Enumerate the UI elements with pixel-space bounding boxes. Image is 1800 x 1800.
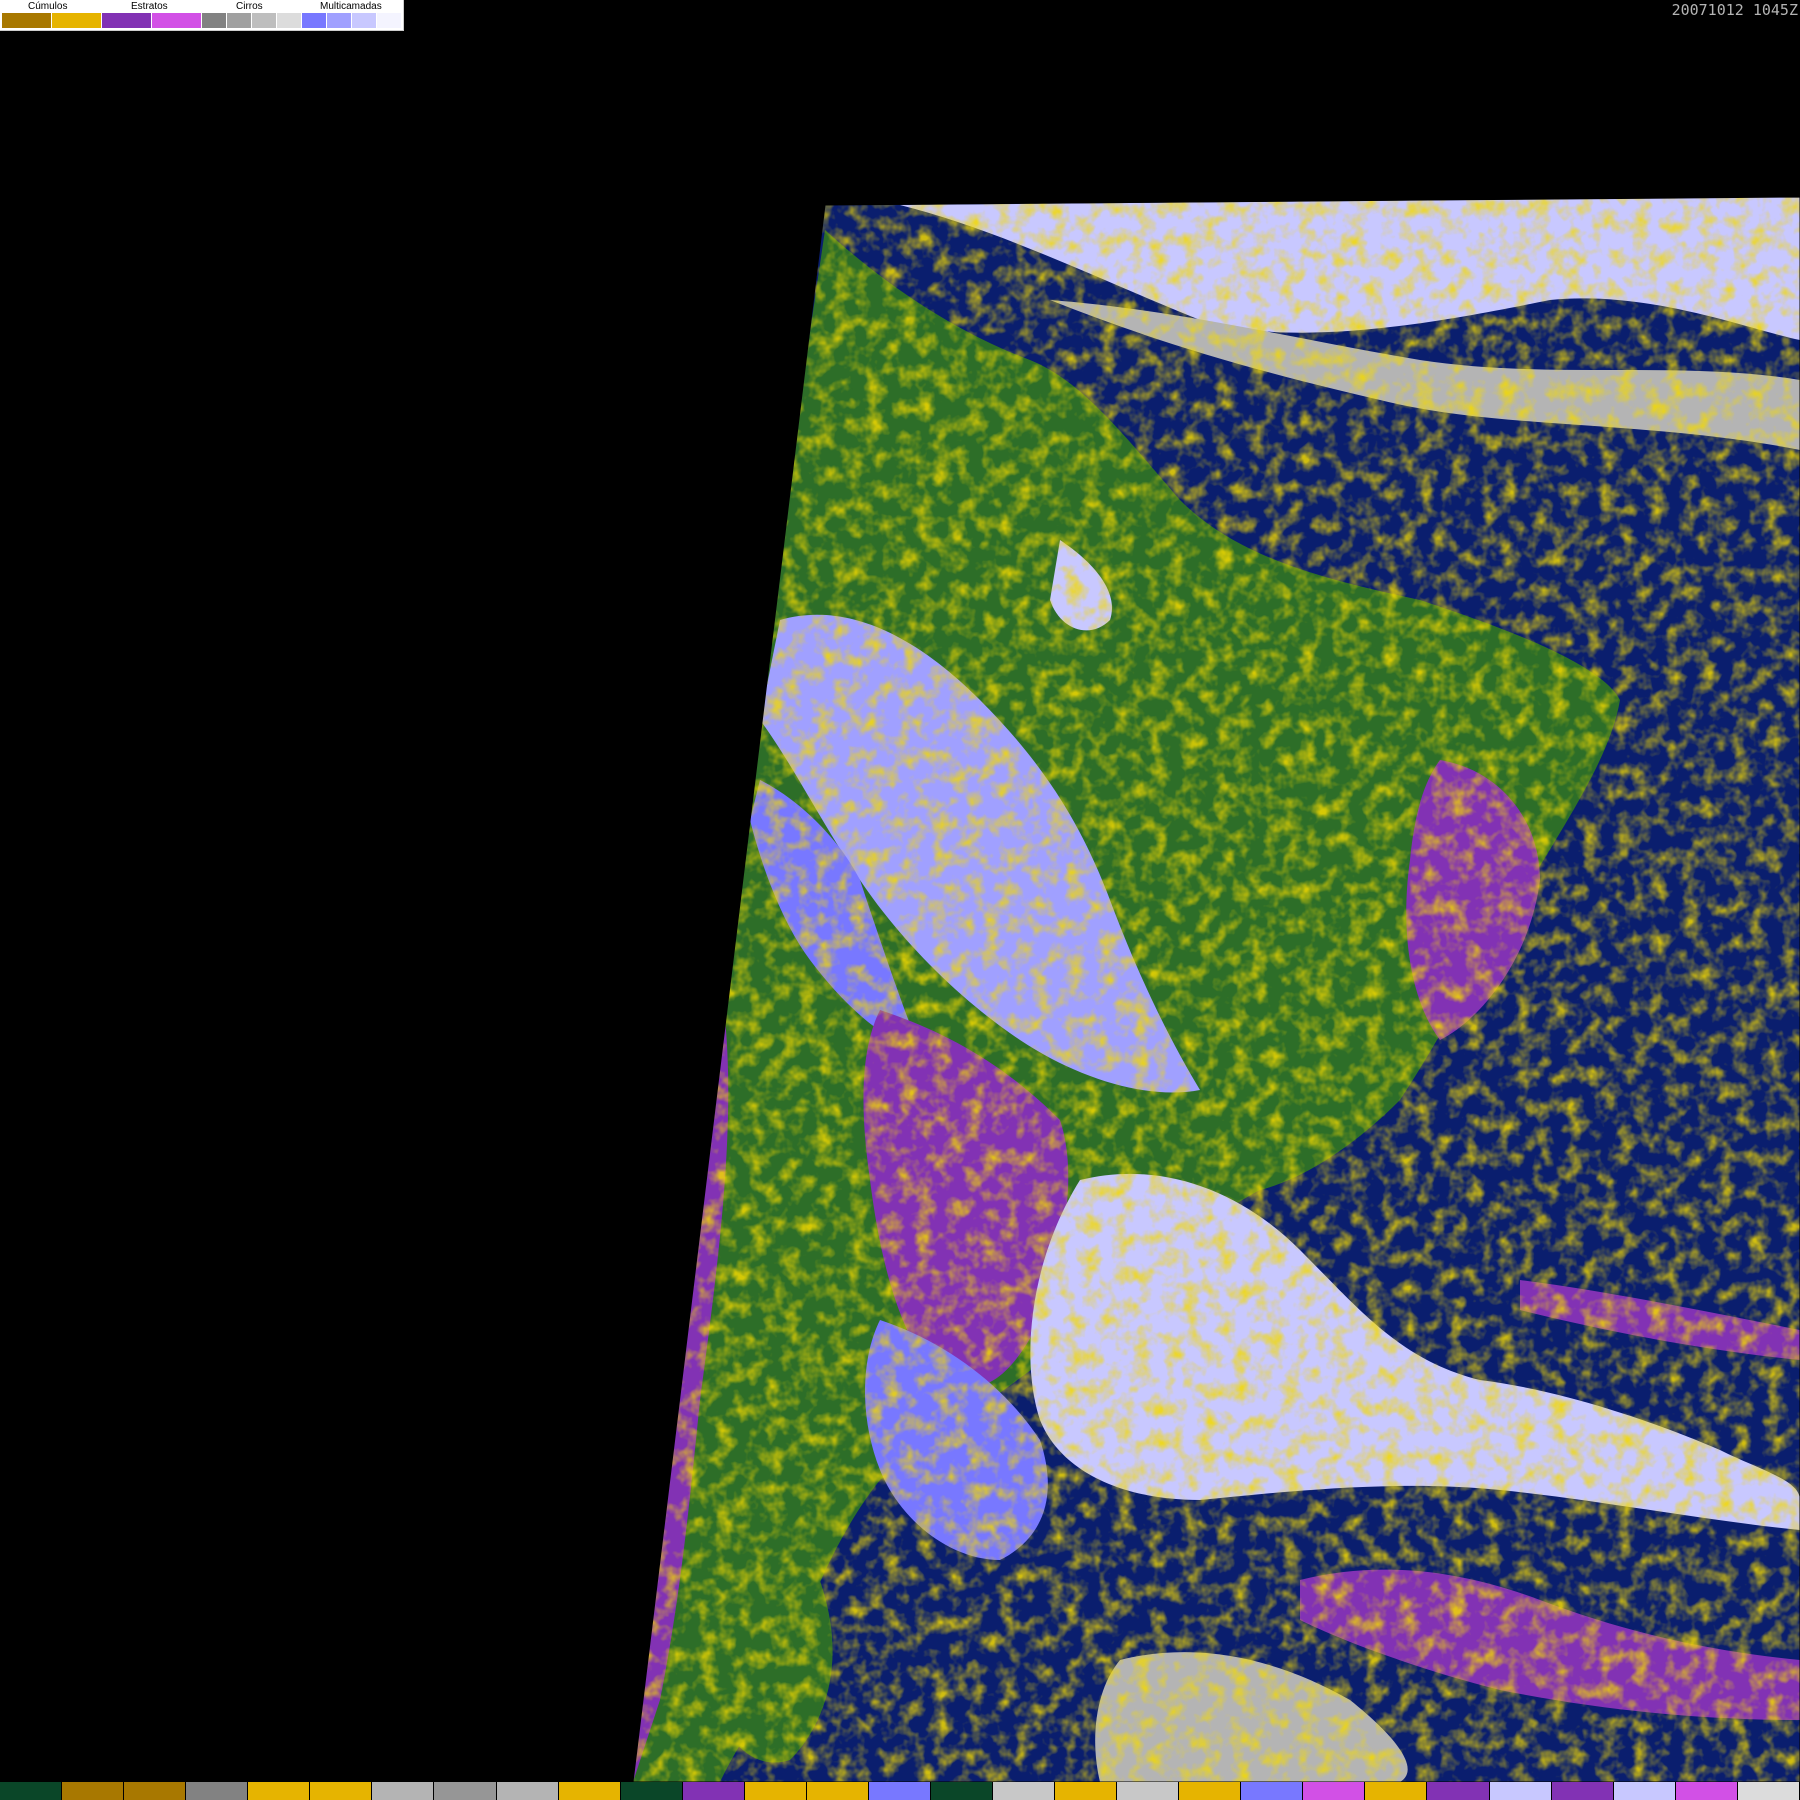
bottom-bar-cell: [248, 1782, 311, 1800]
bottom-bar-cell: [806, 1782, 869, 1800]
bottom-bar-cell: [682, 1782, 745, 1800]
cloud-type-legend: Cúmulos Estratos Cirros Multicamadas: [0, 0, 404, 31]
legend-label-cumulus: Cúmulos: [28, 1, 68, 12]
bottom-bar-cell: [124, 1782, 187, 1800]
legend-swatch: [327, 13, 352, 28]
bottom-bar-cell: [1489, 1782, 1552, 1800]
image-timestamp: 20071012 1045Z: [1671, 1, 1798, 19]
map-canvas: [632, 196, 1800, 1783]
satellite-cloud-map: [0, 0, 1800, 1783]
legend-swatch: [252, 13, 277, 28]
bottom-bar-cell: [1551, 1782, 1614, 1800]
bottom-bar-cell: [868, 1782, 931, 1800]
legend-swatch: [52, 13, 102, 28]
bottom-bar-cell: [1179, 1782, 1242, 1800]
bottom-bar-cell: [930, 1782, 993, 1800]
legend-swatch: [2, 13, 52, 28]
bottom-bar-cell: [1117, 1782, 1180, 1800]
bottom-bar-cell: [1241, 1782, 1304, 1800]
bottom-bar-cell: [1365, 1782, 1428, 1800]
legend-swatch: [202, 13, 227, 28]
bottom-bar-cell: [744, 1782, 807, 1800]
bottom-bar-cell: [1055, 1782, 1118, 1800]
bottom-bar-cell: [1303, 1782, 1366, 1800]
bottom-bar-cell: [434, 1782, 497, 1800]
legend-swatch: [352, 13, 377, 28]
bottom-bar-cell: [620, 1782, 683, 1800]
bottom-color-bar: [0, 1782, 1800, 1800]
bottom-bar-cell: [1737, 1782, 1800, 1800]
legend-label-stratus: Estratos: [131, 1, 168, 12]
bottom-bar-cell: [496, 1782, 559, 1800]
bottom-bar-cell: [186, 1782, 249, 1800]
bottom-bar-cell: [1613, 1782, 1676, 1800]
legend-label-multilayer: Multicamadas: [320, 1, 382, 12]
bottom-bar-cell: [372, 1782, 435, 1800]
legend-swatches: [2, 13, 402, 28]
legend-swatch: [277, 13, 302, 28]
cloud-cumulus-speckle: [633, 197, 1800, 1782]
legend-swatch: [302, 13, 327, 28]
legend-swatch: [227, 13, 252, 28]
legend-label-cirrus: Cirros: [236, 1, 263, 12]
bottom-bar-cell: [993, 1782, 1056, 1800]
legend-swatch: [102, 13, 152, 28]
bottom-bar-cell: [0, 1782, 63, 1800]
legend-swatch: [152, 13, 202, 28]
bottom-bar-cell: [1675, 1782, 1738, 1800]
map-domain: [633, 197, 1800, 1782]
legend-swatch: [377, 13, 402, 28]
bottom-bar-cell: [62, 1782, 125, 1800]
bottom-bar-cell: [310, 1782, 373, 1800]
bottom-bar-cell: [1427, 1782, 1490, 1800]
bottom-bar-cell: [558, 1782, 621, 1800]
